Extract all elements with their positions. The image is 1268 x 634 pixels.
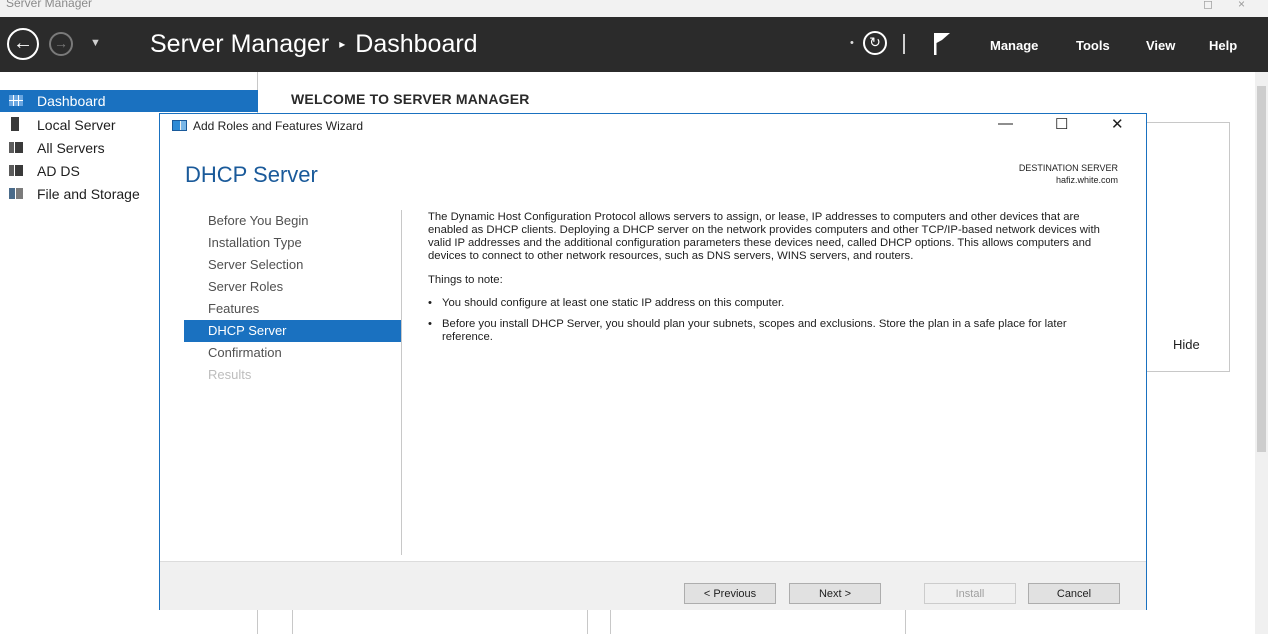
wizard-step-label: Server Roles xyxy=(208,279,284,294)
wizard-step-label: Installation Type xyxy=(208,235,302,250)
destination-server-value: hafiz.white.com xyxy=(1055,175,1118,185)
destination-server-label: DESTINATION SERVER xyxy=(1018,163,1118,173)
wizard-step-label: Features xyxy=(208,301,260,316)
wizard-step-label: Confirmation xyxy=(208,345,282,360)
wizard-page-heading: DHCP Server xyxy=(185,162,318,187)
wizard-nav-divider xyxy=(401,210,402,555)
history-dropdown-icon[interactable]: ▼ xyxy=(90,37,101,49)
wizard-step-label: DHCP Server xyxy=(208,323,287,338)
wizard-step-confirmation[interactable]: Confirmation xyxy=(184,342,402,364)
things-to-note-label: Things to note: xyxy=(428,274,503,286)
wizard-step-before-you-begin[interactable]: Before You Begin xyxy=(184,210,402,232)
wizard-title: Add Roles and Features Wizard xyxy=(193,119,364,133)
refresh-dropdown-icon[interactable]: • xyxy=(850,37,854,49)
forward-arrow-icon[interactable]: → xyxy=(49,32,73,56)
menu-manage[interactable]: Manage xyxy=(990,38,1038,53)
cancel-button[interactable]: Cancel xyxy=(1028,583,1120,604)
header-divider xyxy=(903,34,905,54)
welcome-heading: WELCOME TO SERVER MANAGER xyxy=(291,91,530,107)
breadcrumb-current: Dashboard xyxy=(355,30,478,58)
wizard-step-installation-type[interactable]: Installation Type xyxy=(184,232,402,254)
sidebar-item-label: Dashboard xyxy=(37,93,106,109)
wizard-button-bar: < Previous Next > Install Cancel xyxy=(160,561,1146,610)
hide-link[interactable]: Hide xyxy=(1173,337,1200,352)
install-button: Install xyxy=(924,583,1016,604)
note-item: You should configure at least one static… xyxy=(428,297,1118,310)
back-arrow-icon[interactable]: ← xyxy=(7,28,39,60)
scrollbar-thumb[interactable] xyxy=(1257,86,1266,452)
servers-icon xyxy=(9,142,23,153)
wizard-step-results: Results xyxy=(184,364,402,386)
wizard-close-button[interactable]: ✕ xyxy=(1111,115,1124,133)
previous-button[interactable]: < Previous xyxy=(684,583,776,604)
wizard-titlebar: Add Roles and Features Wizard xyxy=(172,119,363,133)
wizard-minimize-button[interactable]: — xyxy=(998,115,1013,132)
note-item: Before you install DHCP Server, you shou… xyxy=(428,318,1118,344)
ad-ds-icon xyxy=(9,165,23,176)
wizard-step-label: Server Selection xyxy=(208,257,304,272)
wizard-page-content: The Dynamic Host Configuration Protocol … xyxy=(428,211,1118,352)
window-titlebar: Server Manager ◻ × xyxy=(0,0,1268,17)
server-icon xyxy=(11,117,19,131)
menu-view[interactable]: View xyxy=(1146,38,1175,53)
dhcp-description: The Dynamic Host Configuration Protocol … xyxy=(428,211,1100,262)
notifications-flag-icon[interactable] xyxy=(933,32,951,56)
sidebar-item-label: AD DS xyxy=(37,163,80,179)
menu-tools[interactable]: Tools xyxy=(1076,38,1110,53)
refresh-icon[interactable]: ↻ xyxy=(863,31,887,55)
breadcrumb-separator-icon: ▸ xyxy=(339,37,346,51)
sidebar-item-label: Local Server xyxy=(37,117,116,133)
file-storage-icon xyxy=(9,188,23,199)
wizard-step-server-selection[interactable]: Server Selection xyxy=(184,254,402,276)
dashboard-grid-icon xyxy=(9,95,23,106)
wizard-step-dhcp-server[interactable]: DHCP Server xyxy=(184,320,402,342)
next-button[interactable]: Next > xyxy=(789,583,881,604)
wizard-app-icon xyxy=(172,120,187,131)
breadcrumb-root[interactable]: Server Manager xyxy=(150,30,329,58)
wizard-step-label: Results xyxy=(208,367,252,382)
wizard-maximize-button[interactable]: ☐ xyxy=(1055,115,1068,133)
window-title: Server Manager xyxy=(6,0,93,10)
window-minimize-button[interactable]: ◻ xyxy=(1203,0,1213,11)
menu-help[interactable]: Help xyxy=(1209,38,1237,53)
window-close-button[interactable]: × xyxy=(1238,0,1245,11)
sidebar-item-dashboard[interactable]: Dashboard xyxy=(0,90,258,112)
wizard-step-features[interactable]: Features xyxy=(184,298,402,320)
sidebar-item-label: File and Storage xyxy=(37,186,140,202)
app-header: ← → ▼ Server Manager ▸ Dashboard • ↻ Manag… xyxy=(0,17,1268,72)
wizard-step-server-roles[interactable]: Server Roles xyxy=(184,276,402,298)
add-roles-wizard-dialog: Add Roles and Features Wizard — ☐ ✕ DHCP… xyxy=(159,113,1147,610)
wizard-step-label: Before You Begin xyxy=(208,213,309,228)
sidebar-item-label: All Servers xyxy=(37,140,105,156)
breadcrumb: Server Manager ▸ Dashboard xyxy=(150,30,478,59)
